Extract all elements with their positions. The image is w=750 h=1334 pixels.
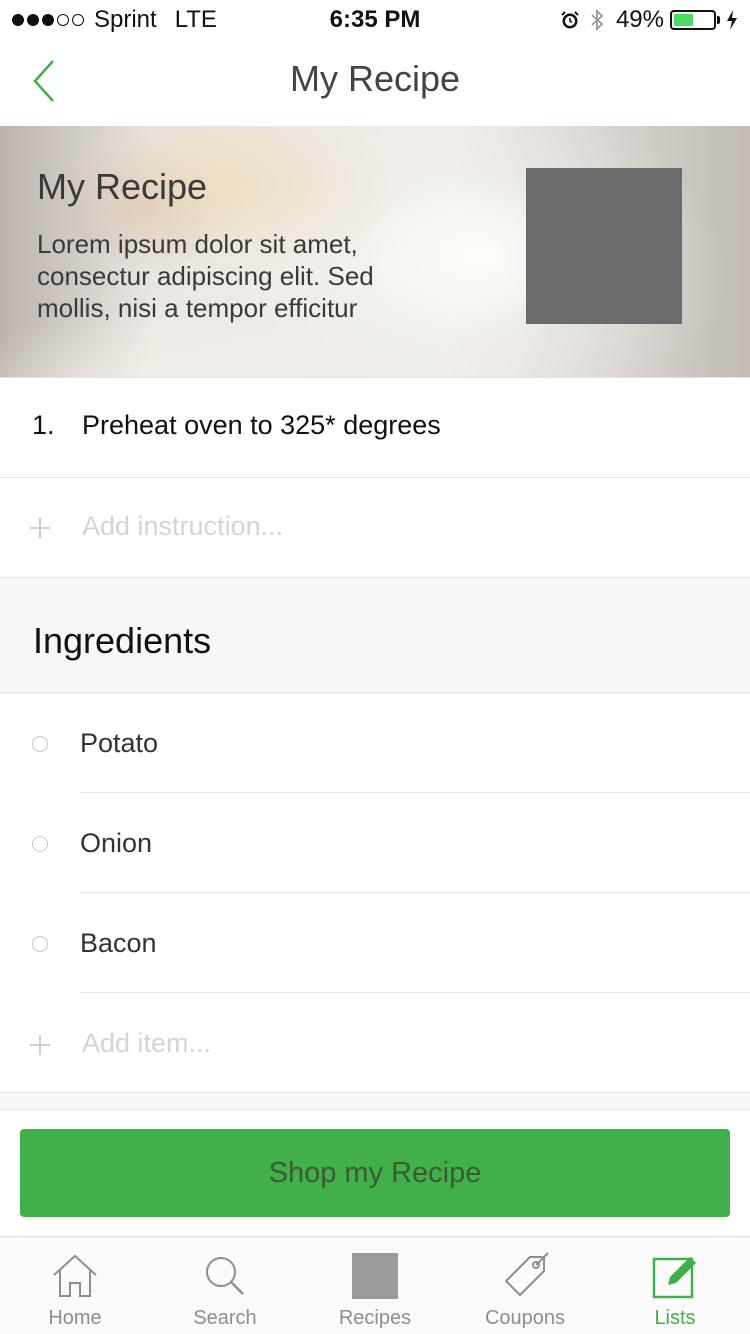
- recipe-thumbnail[interactable]: [526, 168, 682, 324]
- shop-my-recipe-button[interactable]: Shop my Recipe: [20, 1129, 730, 1217]
- ingredient-label: Bacon: [80, 928, 157, 958]
- status-right: 49%: [560, 6, 738, 34]
- status-bar: Sprint LTE 6:35 PM 49%: [0, 0, 750, 40]
- shop-area: Shop my Recipe: [0, 1093, 750, 1236]
- alarm-icon: [561, 11, 579, 29]
- tab-label: Coupons: [484, 1307, 566, 1329]
- tab-label: Home: [48, 1307, 102, 1329]
- tab-coupons[interactable]: Coupons: [450, 1237, 600, 1334]
- ingredients-header: Ingredients: [0, 578, 750, 693]
- tab-label: Recipes: [338, 1307, 412, 1329]
- ingredients-title: Ingredients: [33, 620, 212, 661]
- tab-search[interactable]: Search: [150, 1237, 300, 1334]
- tab-label: Lists: [654, 1307, 696, 1329]
- page-title: My Recipe: [289, 58, 461, 99]
- tag-icon: [500, 1251, 550, 1301]
- battery-percent: 49%: [615, 6, 664, 33]
- battery-level: [674, 14, 693, 26]
- add-instruction-row[interactable]: Add instruction...: [0, 478, 750, 578]
- plus-icon: [30, 1035, 50, 1055]
- tab-label: Search: [193, 1307, 257, 1329]
- battery-cap: [717, 16, 720, 24]
- recipes-icon: [350, 1251, 400, 1301]
- list-item[interactable]: Bacon: [0, 893, 750, 993]
- shop-area-inner: Shop my Recipe: [0, 1109, 750, 1236]
- charging-bolt-icon: [727, 10, 737, 30]
- search-icon: [200, 1251, 250, 1301]
- tab-recipes[interactable]: Recipes: [300, 1237, 450, 1334]
- ingredient-label: Potato: [80, 728, 159, 758]
- list-item[interactable]: Onion: [0, 793, 750, 893]
- add-item-input[interactable]: Add item...: [82, 1028, 211, 1059]
- home-icon: [50, 1251, 100, 1301]
- radio-circle-icon[interactable]: [32, 736, 48, 752]
- recipe-hero: My Recipe Lorem ipsum dolor sit amet, co…: [0, 126, 750, 378]
- battery-icon: [670, 10, 716, 30]
- add-instruction-input[interactable]: Add instruction...: [82, 511, 283, 542]
- ingredient-list: Potato Onion Bacon: [0, 693, 750, 993]
- radio-circle-icon[interactable]: [32, 936, 48, 952]
- ingredient-label: Onion: [80, 828, 153, 858]
- instruction-step[interactable]: 1. Preheat oven to 325* degrees: [0, 378, 750, 478]
- recipe-description: Lorem ipsum dolor sit amet, consectur ad…: [37, 229, 374, 323]
- recipe-title: My Recipe: [37, 166, 208, 207]
- edit-icon: [650, 1251, 700, 1301]
- step-number: 1.: [32, 410, 55, 440]
- navigation-bar: My Recipe: [0, 40, 750, 126]
- plus-icon: [30, 518, 50, 538]
- tab-home[interactable]: Home: [0, 1237, 150, 1334]
- radio-circle-icon[interactable]: [32, 836, 48, 852]
- step-text: Preheat oven to 325* degrees: [82, 410, 441, 440]
- tab-lists[interactable]: Lists: [600, 1237, 750, 1334]
- tab-bar: Home Search Recipes Coupons Lists: [0, 1236, 750, 1334]
- add-item-row[interactable]: Add item...: [0, 993, 750, 1093]
- bluetooth-icon: [591, 8, 604, 32]
- list-item[interactable]: Potato: [0, 693, 750, 793]
